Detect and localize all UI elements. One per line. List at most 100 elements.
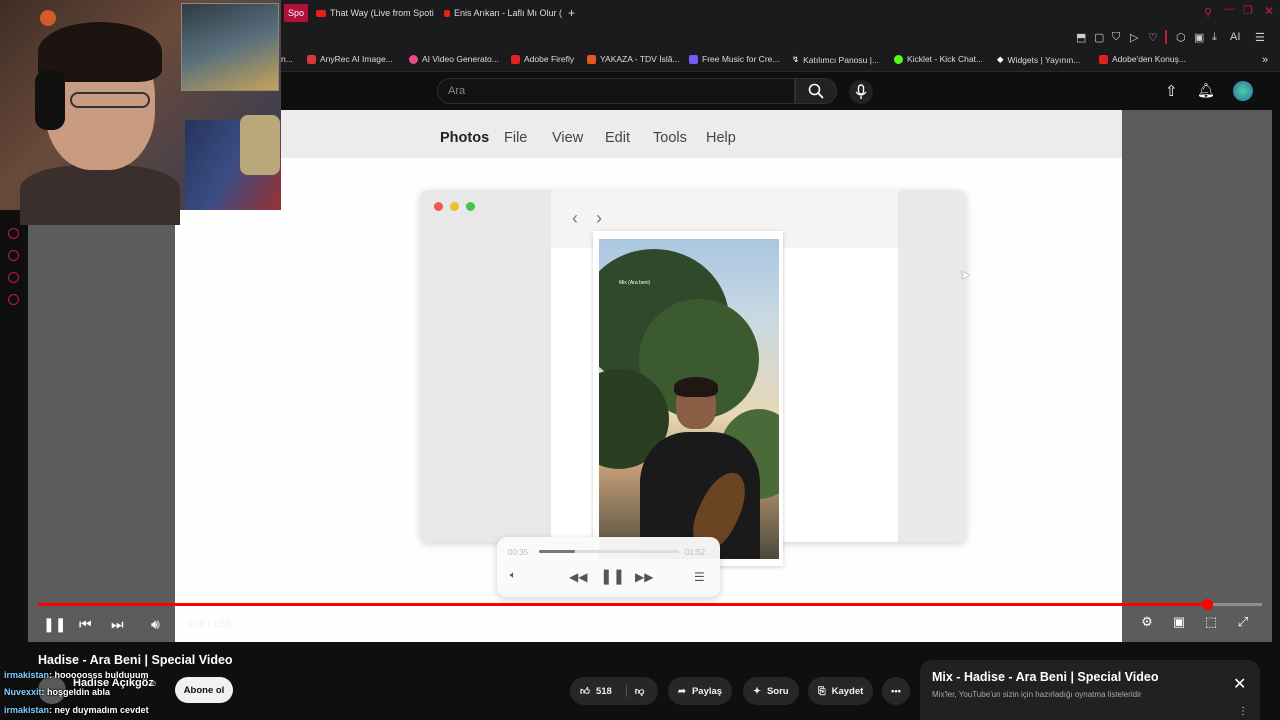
download-icon[interactable]: ⤓ — [1212, 31, 1217, 44]
search-button[interactable] — [795, 78, 837, 104]
maximize-icon[interactable]: ❐ — [1243, 4, 1253, 17]
video-progress-fill — [38, 603, 1207, 606]
share-icon: ➦ — [678, 685, 686, 697]
bookmark-item[interactable]: AI Video Generato... — [409, 54, 499, 64]
toolbar-divider — [1165, 30, 1167, 44]
tab-label: That Way (Live from Spoti — [330, 8, 434, 18]
share-label: Paylaş — [691, 685, 723, 697]
kicklet-icon — [894, 54, 903, 64]
extensions-icon[interactable]: ⬡ — [1176, 31, 1186, 44]
browser-tab[interactable]: Enis Arıkan - Laflı Mı Olur ( — [444, 4, 562, 22]
like-button[interactable]: 👍︎ 518 👎︎ — [570, 677, 658, 705]
share-button[interactable]: ➦ Paylaş — [668, 677, 733, 705]
play-icon[interactable]: ▷ — [1130, 31, 1138, 44]
time-display: 1:48 / 1:53 — [176, 612, 242, 636]
bookmark-item[interactable]: Adobe'den Konuş... — [1099, 54, 1186, 64]
settings-icon[interactable] — [8, 294, 19, 305]
webcam-background — [240, 115, 280, 175]
microphone-icon — [855, 84, 867, 99]
link-icon: ↯ — [792, 54, 800, 64]
adobe-icon — [511, 54, 520, 64]
pause-button[interactable]: ❚❚ — [43, 616, 66, 633]
dislike-icon[interactable]: 👎︎ — [625, 685, 644, 697]
youtube-icon — [444, 9, 450, 17]
menu-icon[interactable]: ☰ — [1255, 31, 1265, 44]
volume-button[interactable]: 🔊︎ — [151, 616, 160, 633]
player-progress-fill — [539, 550, 576, 553]
save-label: Kaydet — [831, 685, 864, 697]
adobe-icon — [1099, 54, 1108, 64]
bookmark-item[interactable]: Adobe Firefly — [511, 54, 574, 64]
search-tabs-icon[interactable]: ⚲ — [1204, 6, 1212, 19]
fullscreen-icon[interactable]: ⤢ — [1232, 614, 1254, 634]
headset-figure — [35, 70, 65, 130]
video-letterbox-left — [28, 210, 175, 642]
glasses-figure — [70, 92, 150, 108]
previous-button[interactable]: ⏮︎ — [79, 616, 92, 633]
menu-tools: Tools — [653, 130, 687, 146]
bookmark-item[interactable]: Kicklet - Kick Chat... — [894, 54, 983, 64]
screenshot-icon[interactable]: ▢ — [1094, 31, 1104, 44]
shorts-icon[interactable] — [8, 272, 19, 283]
window-zoom-dot — [466, 202, 475, 211]
heart-icon[interactable]: ♡ — [1148, 31, 1158, 44]
home-icon[interactable] — [8, 228, 19, 239]
bookmark-label: Adobe'den Konuş... — [1112, 54, 1186, 64]
person-figure — [674, 377, 718, 397]
close-icon[interactable]: ✕ — [1233, 674, 1246, 694]
nav-arrows-icon: ‹› — [572, 208, 620, 228]
shield-icon[interactable]: ⛉ — [1112, 31, 1120, 44]
window-right-pane — [898, 190, 966, 542]
more-actions-button[interactable]: ••• — [882, 677, 910, 705]
browser-tab[interactable]: That Way (Live from Spoti — [316, 4, 434, 22]
photo-caption: Mix (Ara beni) — [619, 280, 651, 286]
save-button[interactable]: ⎘ Kaydet — [808, 677, 874, 705]
ask-button[interactable]: ✦ Soru — [743, 677, 799, 705]
left-sidebar — [0, 210, 28, 610]
avatar[interactable] — [1233, 81, 1253, 101]
bookmark-item[interactable]: ◆ Widgets | Yayının... — [997, 54, 1080, 65]
close-window-icon[interactable]: ✕ — [1264, 4, 1274, 18]
list-icon: ☰ — [694, 570, 705, 584]
bookmark-icon[interactable]: ⬒ — [1076, 31, 1086, 44]
settings-gear-icon[interactable]: ⚙ — [1136, 614, 1158, 634]
miniplayer-icon[interactable]: ▣ — [1168, 614, 1190, 634]
bookmark-item[interactable]: YAKAZA - TDV İslâ... — [587, 54, 680, 64]
ai-icon[interactable]: AI — [1230, 31, 1240, 43]
notifications-icon[interactable]: 🔔︎ — [1197, 82, 1215, 99]
bookmark-label: Adobe Firefly — [524, 54, 575, 64]
extension-thumbnail-icon[interactable]: ▣ — [1194, 31, 1204, 44]
bookmark-item[interactable]: ↯ Katılımcı Panosu |... — [792, 54, 879, 65]
cast-icon[interactable]: ⬚ — [1200, 614, 1222, 634]
search-input[interactable]: Ara — [437, 78, 795, 104]
chat-message: irmakistan: ney duymadım cevdet — [4, 705, 149, 715]
search-placeholder: Ara — [448, 85, 466, 97]
bookmark-item[interactable]: n... — [281, 54, 293, 64]
subscribe-button[interactable]: Abone ol — [175, 677, 233, 703]
more-icon: ••• — [891, 685, 901, 697]
mix-subtitle: Mix'ler, YouTube'un sizin için hazırladı… — [932, 690, 1142, 699]
player-time-current: 00:35 — [508, 548, 529, 557]
history-icon[interactable] — [8, 250, 19, 261]
next-button[interactable]: ⏭︎ — [111, 616, 124, 633]
minimize-icon[interactable]: — — [1224, 3, 1235, 15]
upload-icon[interactable]: ⇧ — [1165, 82, 1178, 100]
bookmark-item[interactable]: AnyRec AI Image... — [307, 54, 393, 64]
bookmark-item[interactable]: Free Music for Cre... — [689, 54, 779, 64]
volume-icon: 🔈︎ — [510, 570, 516, 581]
wall-poster — [181, 3, 279, 91]
chat-username: irmakistan — [4, 705, 50, 715]
bookmark-label: Free Music for Cre... — [702, 54, 780, 64]
voice-search-button[interactable] — [849, 80, 873, 104]
video-scrubber-handle[interactable] — [1201, 599, 1213, 610]
rewind-icon: ◀◀ — [569, 570, 588, 584]
mix-title[interactable]: Mix - Hadise - Ara Beni | Special Video — [932, 670, 1158, 684]
chat-username: irmakistan — [4, 670, 50, 680]
menu-photos: Photos — [440, 130, 490, 146]
new-tab-button[interactable]: + — [568, 4, 575, 22]
bookmarks-overflow-icon[interactable]: » — [1262, 54, 1268, 66]
bookmark-label: AI Video Generato... — [422, 54, 499, 64]
browser-tab-active[interactable]: Spo — [284, 4, 309, 22]
mix-more-icon[interactable]: ⋮ — [1238, 706, 1248, 717]
subtitles-icon[interactable]: ▭ — [1104, 614, 1126, 634]
